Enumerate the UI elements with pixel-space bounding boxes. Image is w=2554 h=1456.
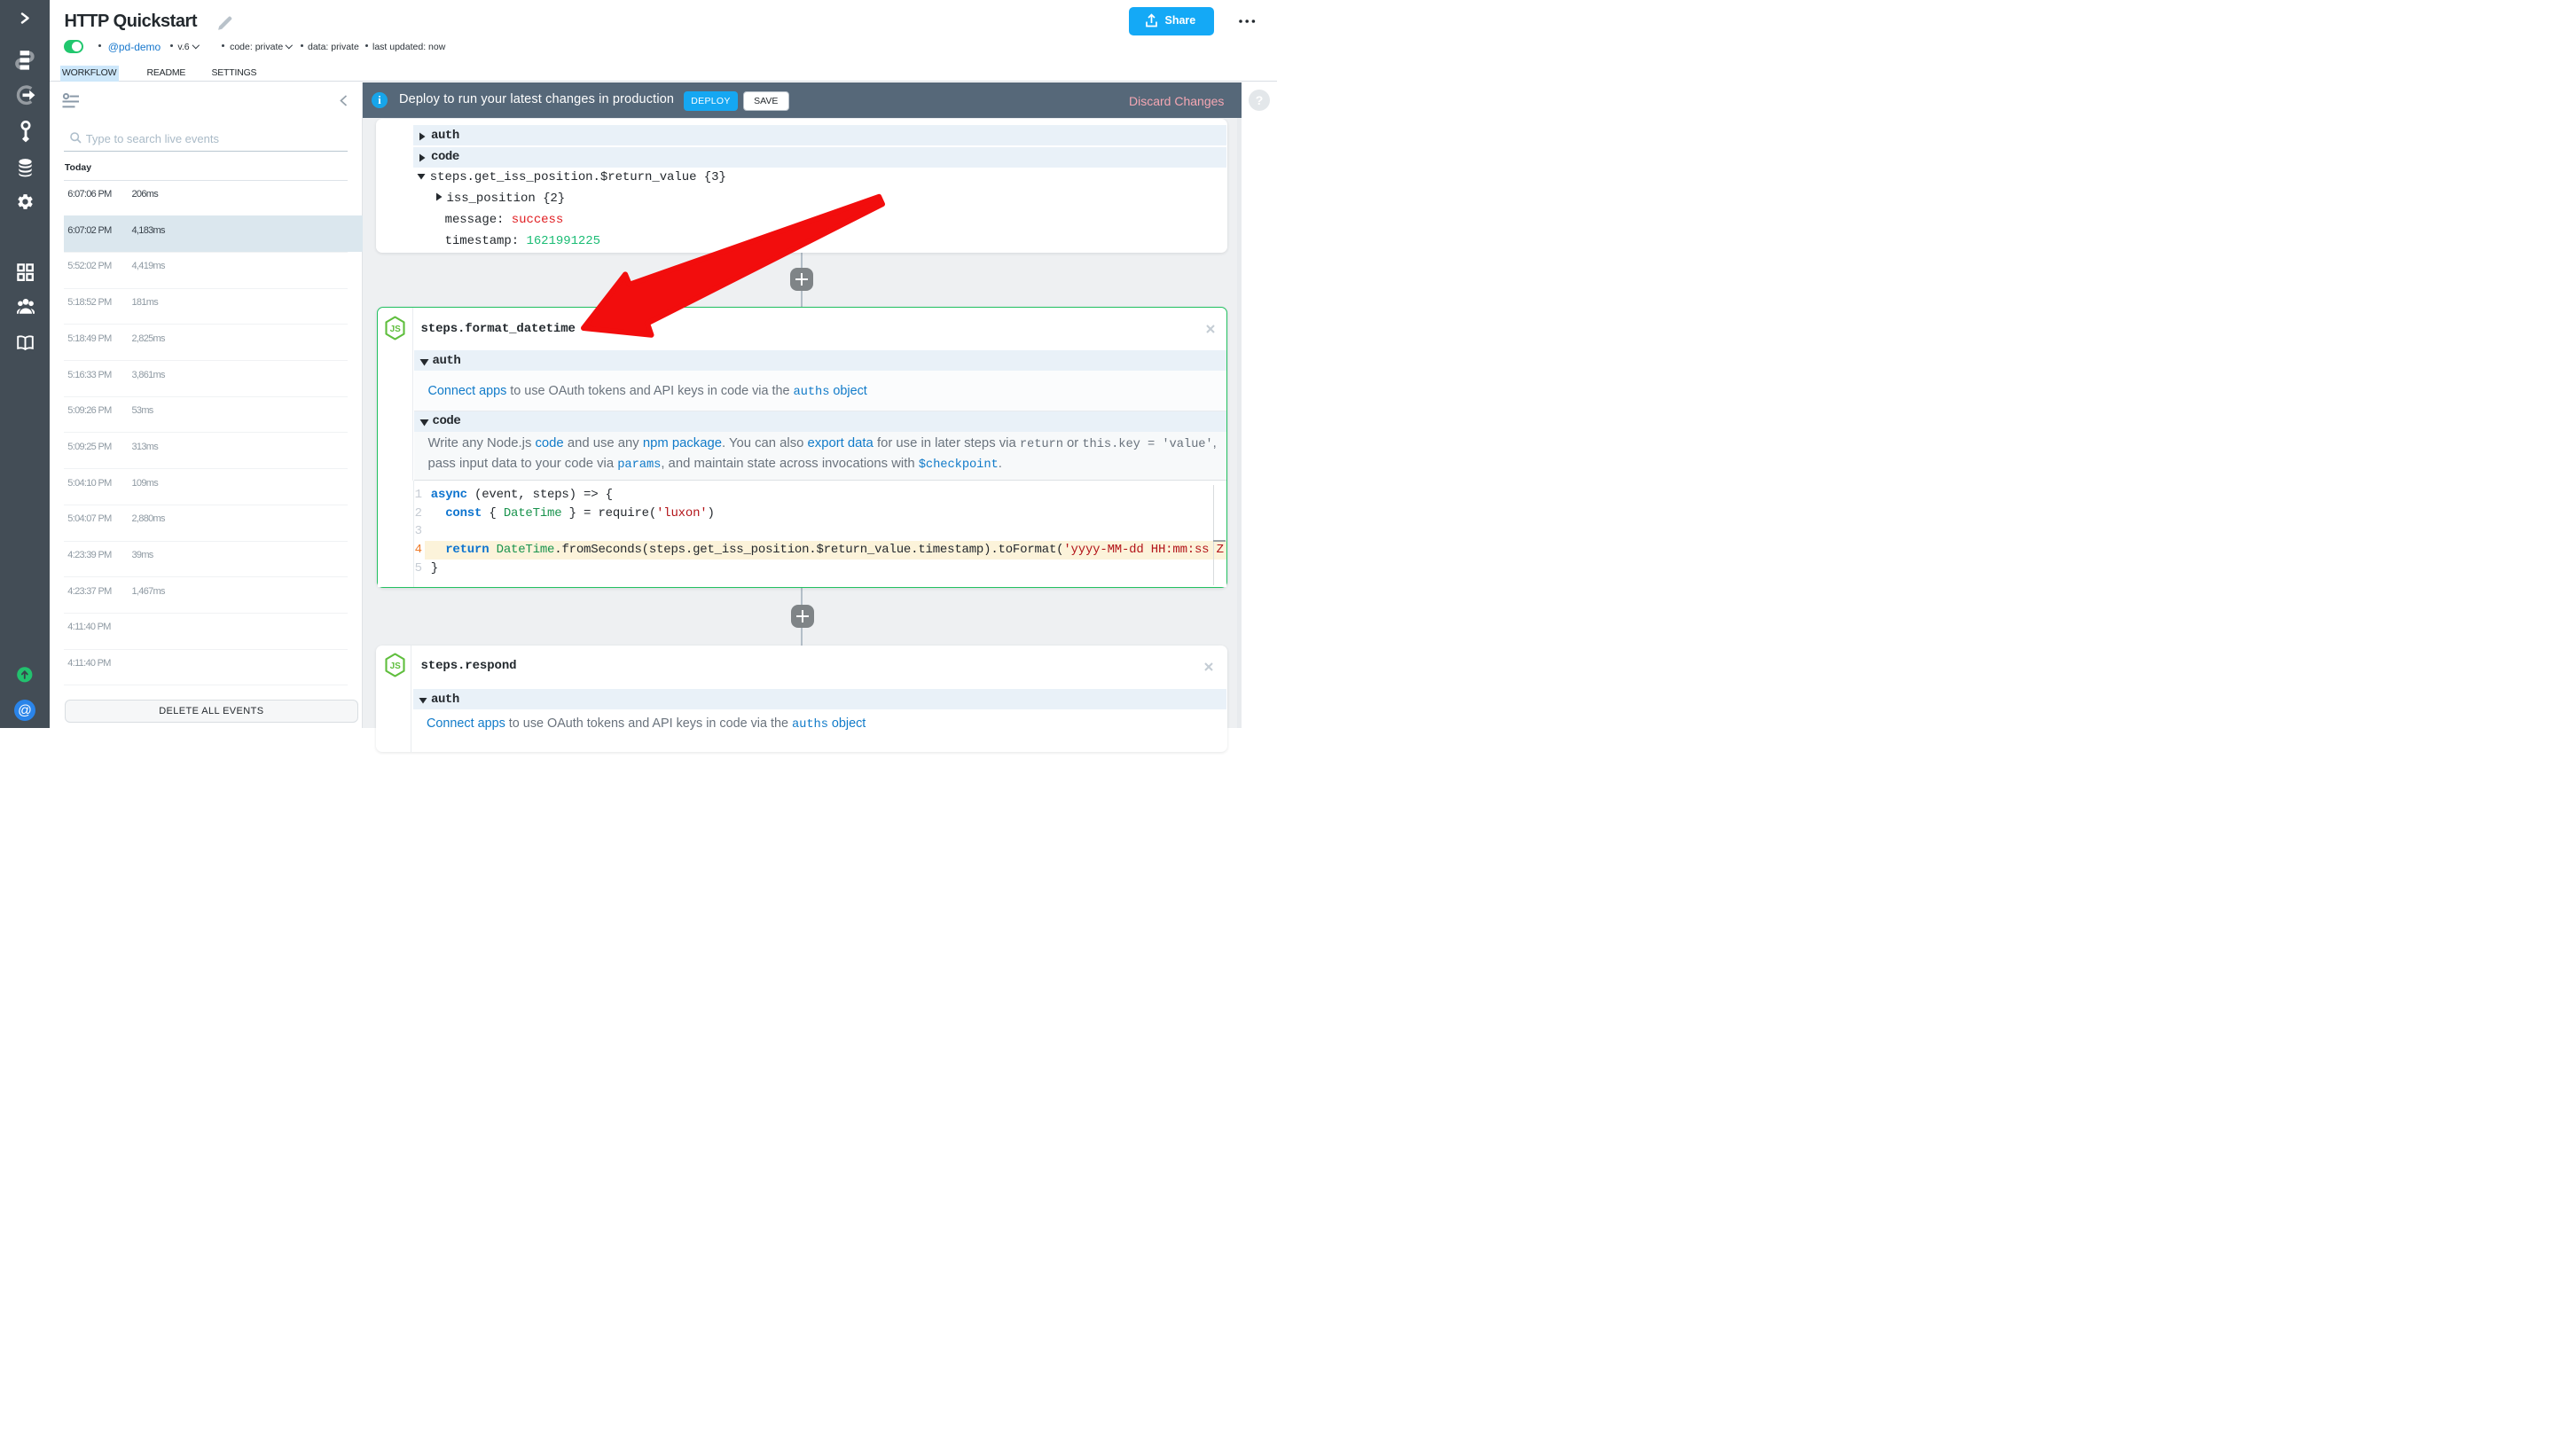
svg-text:@: @ xyxy=(18,703,32,718)
svg-text:JS: JS xyxy=(390,325,402,334)
svg-text:JS: JS xyxy=(390,661,402,671)
